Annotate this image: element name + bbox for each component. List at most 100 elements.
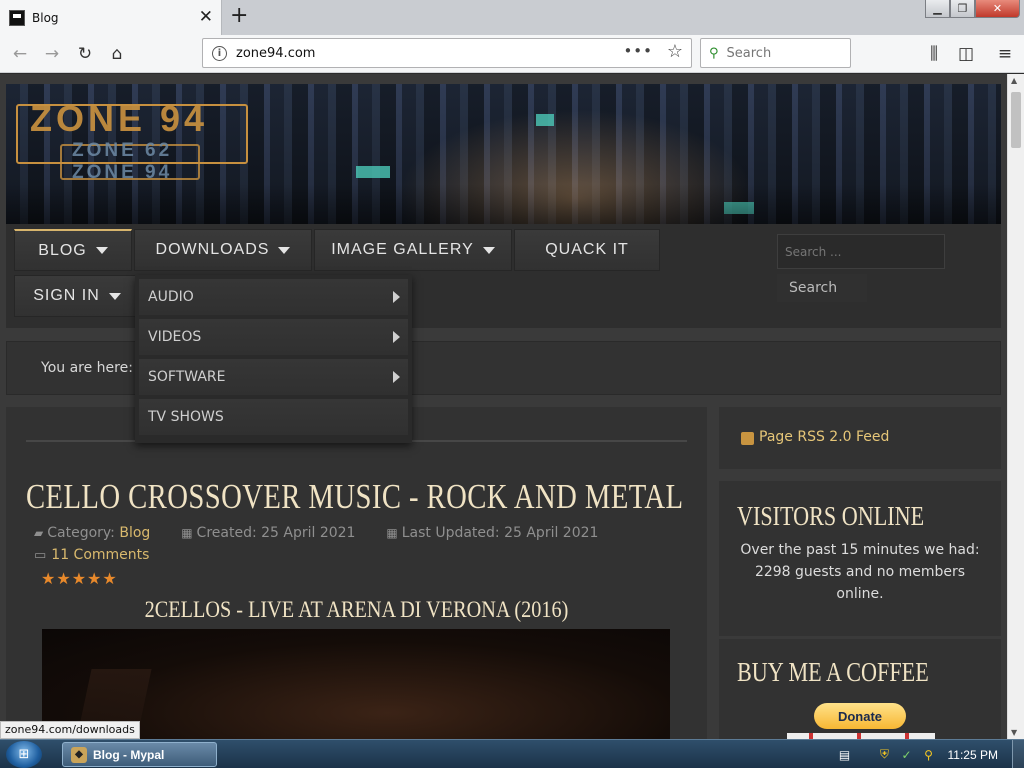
system-tray: ▤ ⛨ ✓ ⚲ 11:25 PM <box>838 740 1024 768</box>
menu-image-gallery[interactable]: IMAGE GALLERY <box>314 229 512 271</box>
scroll-down-icon[interactable]: ▼ <box>1011 728 1017 737</box>
site-search-button[interactable]: Search <box>777 274 867 302</box>
logo-subtitle: ZONE 62 <box>72 140 173 161</box>
menu-blog[interactable]: BLOG <box>14 229 132 271</box>
library-icon[interactable]: ⫼ <box>922 42 946 66</box>
banner-sign <box>356 166 390 178</box>
show-desktop-button[interactable] <box>1012 740 1024 768</box>
menu-label: DOWNLOADS <box>155 241 270 258</box>
window-controls: ▁ ❐ ✕ <box>925 0 1020 18</box>
back-icon[interactable]: ← <box>8 42 32 66</box>
url-text[interactable]: zone94.com <box>236 46 315 61</box>
comment-icon: ▭ <box>34 548 47 563</box>
rss-icon <box>741 432 754 445</box>
search-icon[interactable]: ⚲ <box>922 748 936 762</box>
tab-title: Blog <box>32 10 59 25</box>
calendar-icon: ▦ <box>181 526 193 540</box>
dropdown-item-videos[interactable]: VIDEOS <box>139 319 408 355</box>
status-url: zone94.com/downloads <box>0 721 140 739</box>
rss-link[interactable]: Page RSS 2.0 Feed <box>759 429 889 445</box>
created-date: Created: 25 April 2021 <box>196 525 356 541</box>
network-icon[interactable]: ✓ <box>900 748 914 762</box>
site-logo[interactable]: ZONE 94 <box>30 98 208 140</box>
menu-downloads[interactable]: DOWNLOADS <box>134 229 312 271</box>
menu-label: BLOG <box>38 241 87 259</box>
article-column: CELLO CROSSOVER MUSIC - ROCK AND METAL ▰… <box>6 407 707 739</box>
address-bar[interactable]: i zone94.com ••• ☆ <box>202 38 692 68</box>
bookmark-star-icon[interactable]: ☆ <box>667 41 683 62</box>
tab-close-icon[interactable]: ✕ <box>199 8 213 26</box>
chevron-right-icon <box>393 371 400 383</box>
updated-date: Last Updated: 25 April 2021 <box>401 525 599 541</box>
comments-link[interactable]: 11 Comments <box>51 547 149 563</box>
maximize-button[interactable]: ❐ <box>950 0 975 18</box>
browser-search-input[interactable] <box>726 45 837 61</box>
sidebar-toggle-icon[interactable]: ◫ <box>954 42 978 66</box>
rss-module: Page RSS 2.0 Feed <box>719 407 1001 469</box>
page-viewport: ZONE 94 ZONE 62 ZONE 94 BLOG DOWNLOADS I… <box>0 74 1007 739</box>
dropdown-item-tv-shows[interactable]: TV SHOWS <box>139 399 408 435</box>
calendar-icon: ▦ <box>386 526 398 540</box>
taskbar-window-label: Blog - Mypal <box>93 747 165 762</box>
dropdown-item-audio[interactable]: AUDIO <box>139 279 408 315</box>
navigation-toolbar: ← → ↻ ⌂ i zone94.com ••• ☆ ⚲ ⫼ ◫ ≡ <box>0 35 1024 73</box>
hamburger-menu-icon[interactable]: ≡ <box>993 42 1017 66</box>
article-meta: ▰ Category: Blog ▦ Created: 25 April 2021 … <box>34 525 598 541</box>
banner-sign <box>536 114 554 126</box>
category-link[interactable]: Blog <box>119 525 150 541</box>
forward-icon[interactable]: → <box>40 42 64 66</box>
donate-button[interactable]: Donate <box>814 703 906 729</box>
caret-down-icon <box>108 292 121 300</box>
dropdown-label: AUDIO <box>148 289 194 305</box>
menu-label: SIGN IN <box>33 287 100 304</box>
taskbar-window-button[interactable]: ◆ Blog - Mypal <box>62 742 217 767</box>
site-search-input[interactable] <box>777 234 945 269</box>
rating-stars[interactable]: ★★★★★ <box>41 569 118 588</box>
clock[interactable]: 11:25 PM <box>948 748 998 762</box>
taskbar: ⊞ ◆ Blog - Mypal ▤ ⛨ ✓ ⚲ 11:25 PM <box>0 739 1024 768</box>
caret-down-icon <box>95 247 108 254</box>
scroll-up-icon[interactable]: ▲ <box>1011 76 1017 85</box>
dropdown-label: SOFTWARE <box>148 369 226 385</box>
article-title[interactable]: CELLO CROSSOVER MUSIC - ROCK AND METAL <box>26 477 683 517</box>
coffee-module: BUY ME A COFFEE Donate <box>719 639 1001 739</box>
browser-tab-blog[interactable]: Blog ✕ <box>0 0 222 35</box>
page-scrollbar[interactable]: ▲ ▼ <box>1007 74 1024 739</box>
new-tab-button[interactable]: + <box>230 4 248 28</box>
page-actions-icon[interactable]: ••• <box>623 42 653 60</box>
menu-label: QUACK IT <box>545 241 629 258</box>
comments-row: ▭ 11 Comments <box>34 547 149 563</box>
dropdown-item-software[interactable]: SOFTWARE <box>139 359 408 395</box>
video-title: 2CELLOS - LIVE AT ARENA DI VERONA (2016) <box>144 597 569 622</box>
visitors-text: Over the past 15 minutes we had: 2298 gu… <box>740 542 980 602</box>
site-banner: ZONE 94 ZONE 62 ZONE 94 <box>6 84 1001 224</box>
chevron-right-icon <box>393 331 400 343</box>
chevron-right-icon <box>393 291 400 303</box>
minimize-button[interactable]: ▁ <box>925 0 950 18</box>
menu-quack-it[interactable]: QUACK IT <box>514 229 660 271</box>
visitors-title: VISITORS ONLINE <box>737 501 925 531</box>
home-icon[interactable]: ⌂ <box>105 42 129 66</box>
menu-label: IMAGE GALLERY <box>331 241 474 258</box>
menu-sign-in[interactable]: SIGN IN <box>14 275 140 317</box>
breadcrumb-label: You are here: <box>41 360 133 376</box>
keyboard-icon[interactable]: ▤ <box>838 748 852 762</box>
downloads-dropdown: AUDIO VIDEOS SOFTWARE TV SHOWS <box>135 275 412 443</box>
tab-bar: Blog ✕ + ▁ ❐ ✕ <box>0 0 1024 35</box>
browser-app-icon: ◆ <box>71 746 87 763</box>
scroll-thumb[interactable] <box>1011 92 1021 148</box>
coffee-title: BUY ME A COFFEE <box>737 657 929 687</box>
start-button[interactable]: ⊞ <box>6 741 42 768</box>
caret-down-icon <box>482 246 495 254</box>
category-label: Category: <box>47 525 115 541</box>
dropdown-label: VIDEOS <box>148 329 202 345</box>
shield-icon[interactable]: ⛨ <box>878 747 892 762</box>
close-window-button[interactable]: ✕ <box>975 0 1020 18</box>
reload-icon[interactable]: ↻ <box>73 42 97 66</box>
site-info-icon[interactable]: i <box>212 45 227 61</box>
visitors-module: VISITORS ONLINE Over the past 15 minutes… <box>719 481 1001 636</box>
logo-subtitle: ZONE 94 <box>72 162 173 183</box>
search-icon: ⚲ <box>709 45 719 61</box>
browser-search-box[interactable]: ⚲ <box>700 38 851 68</box>
caret-down-icon <box>278 246 291 254</box>
